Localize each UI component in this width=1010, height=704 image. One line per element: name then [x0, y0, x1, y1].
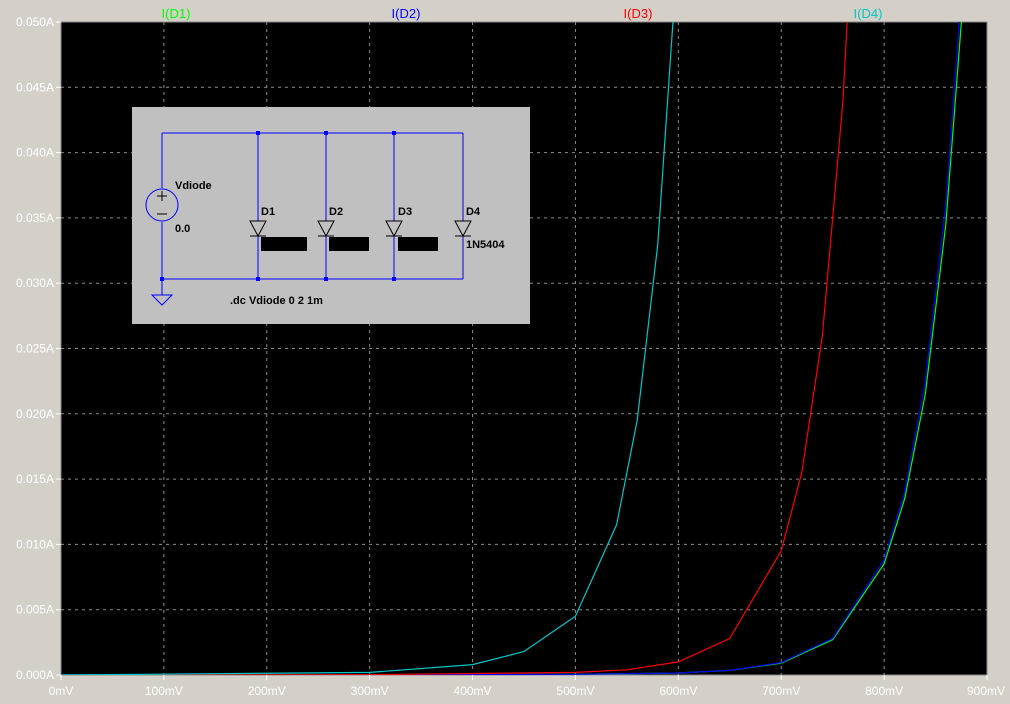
junction-dot — [324, 131, 328, 135]
y-tick-label: 0.035A — [16, 211, 54, 225]
y-tick-label: 0.015A — [16, 472, 54, 486]
diode-label-d4: D4 — [466, 206, 481, 218]
x-tick-label: 0mV — [49, 684, 74, 698]
diode-label-d2: D2 — [329, 206, 343, 218]
legend-entry[interactable]: I(D4) — [854, 6, 883, 21]
x-axis-ticks: 0mV 100mV 200mV 300mV 400mV 500mV 600mV 700mV 80… — [49, 675, 1005, 698]
y-axis-ticks: 0.000A 0.005A 0.010A 0.015A 0.020A 0.025A 0.03… — [16, 15, 61, 682]
source-value-label: 0.0 — [175, 223, 190, 235]
x-tick-label: 800mV — [865, 684, 903, 698]
y-tick-label: 0.025A — [16, 342, 54, 356]
x-tick-label: 200mV — [248, 684, 286, 698]
diode-label-d1: D1 — [261, 206, 275, 218]
x-tick-label: 100mV — [145, 684, 183, 698]
y-tick-label: 0.000A — [16, 668, 54, 682]
junction-dot — [256, 131, 260, 135]
schematic-inset[interactable]: Vdiode 0.0 D1 D2 D3 D4 1N5404 .dc Vdiode… — [132, 107, 530, 324]
redacted-model-label — [261, 237, 307, 251]
y-tick-label: 0.045A — [16, 80, 54, 94]
y-tick-label: 0.005A — [16, 603, 54, 617]
legend-entry[interactable]: I(D3) — [624, 6, 653, 21]
diode-label-d3: D3 — [398, 206, 412, 218]
y-tick-label: 0.040A — [16, 146, 54, 160]
junction-dot — [256, 277, 260, 281]
x-tick-label: 300mV — [351, 684, 389, 698]
plot-area[interactable]: 0mV 100mV 200mV 300mV 400mV 500mV 600mV 700mV 80… — [0, 0, 1010, 704]
y-tick-label: 0.020A — [16, 407, 54, 421]
x-tick-label: 700mV — [762, 684, 800, 698]
redacted-model-label — [398, 237, 438, 251]
y-tick-label: 0.030A — [16, 276, 54, 290]
x-tick-label: 600mV — [659, 684, 697, 698]
junction-dot — [160, 277, 164, 281]
spice-directive: .dc Vdiode 0 2 1m — [230, 295, 323, 307]
x-tick-label: 900mV — [967, 684, 1005, 698]
x-tick-label: 400mV — [454, 684, 492, 698]
y-tick-label: 0.010A — [16, 537, 54, 551]
source-name-label: Vdiode — [175, 180, 212, 192]
junction-dot — [392, 131, 396, 135]
x-tick-label: 500mV — [556, 684, 594, 698]
y-tick-label: 0.050A — [16, 15, 54, 29]
diode-model-label: 1N5404 — [466, 239, 505, 251]
legend: I(D1) I(D2) I(D3) I(D4) — [162, 6, 883, 21]
waveform-viewer-window: 0mV 100mV 200mV 300mV 400mV 500mV 600mV 700mV 80… — [0, 0, 1010, 704]
redacted-model-label — [329, 237, 369, 251]
legend-entry[interactable]: I(D2) — [392, 6, 421, 21]
legend-entry[interactable]: I(D1) — [162, 6, 191, 21]
junction-dot — [392, 277, 396, 281]
junction-dot — [324, 277, 328, 281]
